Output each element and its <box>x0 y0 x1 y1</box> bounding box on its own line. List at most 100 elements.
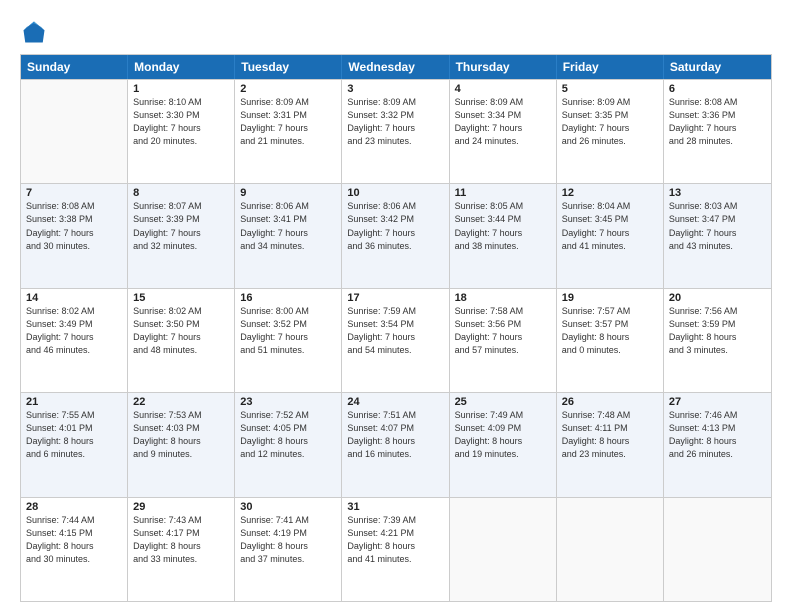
daylight-text: Daylight: 7 hoursand 34 minutes. <box>240 227 336 253</box>
day-number: 19 <box>562 292 658 304</box>
weekday-header-thursday: Thursday <box>450 55 557 79</box>
calendar-cell: 30Sunrise: 7:41 AMSunset: 4:19 PMDayligh… <box>235 498 342 601</box>
calendar-cell: 16Sunrise: 8:00 AMSunset: 3:52 PMDayligh… <box>235 289 342 392</box>
sunrise-text: Sunrise: 7:43 AM <box>133 514 229 527</box>
day-number: 24 <box>347 396 443 408</box>
day-number: 23 <box>240 396 336 408</box>
sunset-text: Sunset: 3:49 PM <box>26 318 122 331</box>
sunset-text: Sunset: 3:34 PM <box>455 109 551 122</box>
sunset-text: Sunset: 3:44 PM <box>455 213 551 226</box>
day-number: 27 <box>669 396 766 408</box>
calendar-cell: 15Sunrise: 8:02 AMSunset: 3:50 PMDayligh… <box>128 289 235 392</box>
sunset-text: Sunset: 3:57 PM <box>562 318 658 331</box>
day-number: 3 <box>347 83 443 95</box>
day-number: 25 <box>455 396 551 408</box>
daylight-text: Daylight: 7 hoursand 57 minutes. <box>455 331 551 357</box>
calendar-cell: 25Sunrise: 7:49 AMSunset: 4:09 PMDayligh… <box>450 393 557 496</box>
sunset-text: Sunset: 3:31 PM <box>240 109 336 122</box>
daylight-text: Daylight: 7 hoursand 36 minutes. <box>347 227 443 253</box>
day-number: 11 <box>455 187 551 199</box>
sunset-text: Sunset: 4:01 PM <box>26 422 122 435</box>
daylight-text: Daylight: 7 hoursand 30 minutes. <box>26 227 122 253</box>
sunset-text: Sunset: 3:32 PM <box>347 109 443 122</box>
calendar-cell: 14Sunrise: 8:02 AMSunset: 3:49 PMDayligh… <box>21 289 128 392</box>
calendar-cell: 3Sunrise: 8:09 AMSunset: 3:32 PMDaylight… <box>342 80 449 183</box>
day-number: 4 <box>455 83 551 95</box>
sunset-text: Sunset: 4:11 PM <box>562 422 658 435</box>
daylight-text: Daylight: 8 hoursand 26 minutes. <box>669 435 766 461</box>
day-number: 7 <box>26 187 122 199</box>
sunset-text: Sunset: 3:36 PM <box>669 109 766 122</box>
sunset-text: Sunset: 3:38 PM <box>26 213 122 226</box>
daylight-text: Daylight: 8 hoursand 3 minutes. <box>669 331 766 357</box>
daylight-text: Daylight: 8 hoursand 23 minutes. <box>562 435 658 461</box>
calendar-cell: 24Sunrise: 7:51 AMSunset: 4:07 PMDayligh… <box>342 393 449 496</box>
sunrise-text: Sunrise: 8:03 AM <box>669 200 766 213</box>
day-number: 29 <box>133 501 229 513</box>
calendar-cell: 26Sunrise: 7:48 AMSunset: 4:11 PMDayligh… <box>557 393 664 496</box>
sunrise-text: Sunrise: 7:51 AM <box>347 409 443 422</box>
sunset-text: Sunset: 3:54 PM <box>347 318 443 331</box>
daylight-text: Daylight: 8 hoursand 16 minutes. <box>347 435 443 461</box>
calendar-cell: 17Sunrise: 7:59 AMSunset: 3:54 PMDayligh… <box>342 289 449 392</box>
daylight-text: Daylight: 7 hoursand 41 minutes. <box>562 227 658 253</box>
daylight-text: Daylight: 8 hoursand 41 minutes. <box>347 540 443 566</box>
daylight-text: Daylight: 7 hoursand 51 minutes. <box>240 331 336 357</box>
sunset-text: Sunset: 4:15 PM <box>26 527 122 540</box>
sunset-text: Sunset: 3:39 PM <box>133 213 229 226</box>
sunrise-text: Sunrise: 7:44 AM <box>26 514 122 527</box>
calendar-cell: 6Sunrise: 8:08 AMSunset: 3:36 PMDaylight… <box>664 80 771 183</box>
sunrise-text: Sunrise: 8:09 AM <box>347 96 443 109</box>
page: SundayMondayTuesdayWednesdayThursdayFrid… <box>0 0 792 612</box>
day-number: 16 <box>240 292 336 304</box>
sunset-text: Sunset: 3:52 PM <box>240 318 336 331</box>
sunrise-text: Sunrise: 8:09 AM <box>562 96 658 109</box>
weekday-header-tuesday: Tuesday <box>235 55 342 79</box>
daylight-text: Daylight: 7 hoursand 28 minutes. <box>669 122 766 148</box>
sunrise-text: Sunrise: 8:02 AM <box>133 305 229 318</box>
sunrise-text: Sunrise: 8:08 AM <box>669 96 766 109</box>
sunset-text: Sunset: 4:03 PM <box>133 422 229 435</box>
day-number: 1 <box>133 83 229 95</box>
daylight-text: Daylight: 7 hoursand 48 minutes. <box>133 331 229 357</box>
calendar-cell: 23Sunrise: 7:52 AMSunset: 4:05 PMDayligh… <box>235 393 342 496</box>
sunrise-text: Sunrise: 7:41 AM <box>240 514 336 527</box>
sunset-text: Sunset: 4:19 PM <box>240 527 336 540</box>
sunrise-text: Sunrise: 7:49 AM <box>455 409 551 422</box>
sunset-text: Sunset: 4:09 PM <box>455 422 551 435</box>
day-number: 9 <box>240 187 336 199</box>
day-number: 20 <box>669 292 766 304</box>
sunrise-text: Sunrise: 8:06 AM <box>240 200 336 213</box>
calendar-cell: 12Sunrise: 8:04 AMSunset: 3:45 PMDayligh… <box>557 184 664 287</box>
weekday-header-sunday: Sunday <box>21 55 128 79</box>
sunrise-text: Sunrise: 7:52 AM <box>240 409 336 422</box>
sunset-text: Sunset: 3:41 PM <box>240 213 336 226</box>
calendar-cell: 7Sunrise: 8:08 AMSunset: 3:38 PMDaylight… <box>21 184 128 287</box>
daylight-text: Daylight: 8 hoursand 0 minutes. <box>562 331 658 357</box>
sunset-text: Sunset: 4:21 PM <box>347 527 443 540</box>
daylight-text: Daylight: 7 hoursand 54 minutes. <box>347 331 443 357</box>
sunset-text: Sunset: 3:50 PM <box>133 318 229 331</box>
week-row-3: 14Sunrise: 8:02 AMSunset: 3:49 PMDayligh… <box>21 288 771 392</box>
logo-icon <box>20 18 48 46</box>
sunset-text: Sunset: 4:17 PM <box>133 527 229 540</box>
calendar-cell: 31Sunrise: 7:39 AMSunset: 4:21 PMDayligh… <box>342 498 449 601</box>
sunset-text: Sunset: 3:42 PM <box>347 213 443 226</box>
calendar: SundayMondayTuesdayWednesdayThursdayFrid… <box>20 54 772 602</box>
calendar-cell: 8Sunrise: 8:07 AMSunset: 3:39 PMDaylight… <box>128 184 235 287</box>
calendar-cell <box>664 498 771 601</box>
sunrise-text: Sunrise: 7:53 AM <box>133 409 229 422</box>
sunrise-text: Sunrise: 8:05 AM <box>455 200 551 213</box>
calendar-cell: 28Sunrise: 7:44 AMSunset: 4:15 PMDayligh… <box>21 498 128 601</box>
sunrise-text: Sunrise: 7:55 AM <box>26 409 122 422</box>
sunrise-text: Sunrise: 8:09 AM <box>455 96 551 109</box>
calendar-cell: 11Sunrise: 8:05 AMSunset: 3:44 PMDayligh… <box>450 184 557 287</box>
sunrise-text: Sunrise: 7:46 AM <box>669 409 766 422</box>
day-number: 22 <box>133 396 229 408</box>
sunset-text: Sunset: 3:35 PM <box>562 109 658 122</box>
calendar-cell: 5Sunrise: 8:09 AMSunset: 3:35 PMDaylight… <box>557 80 664 183</box>
weekday-header-monday: Monday <box>128 55 235 79</box>
daylight-text: Daylight: 7 hoursand 20 minutes. <box>133 122 229 148</box>
day-number: 18 <box>455 292 551 304</box>
sunrise-text: Sunrise: 8:10 AM <box>133 96 229 109</box>
